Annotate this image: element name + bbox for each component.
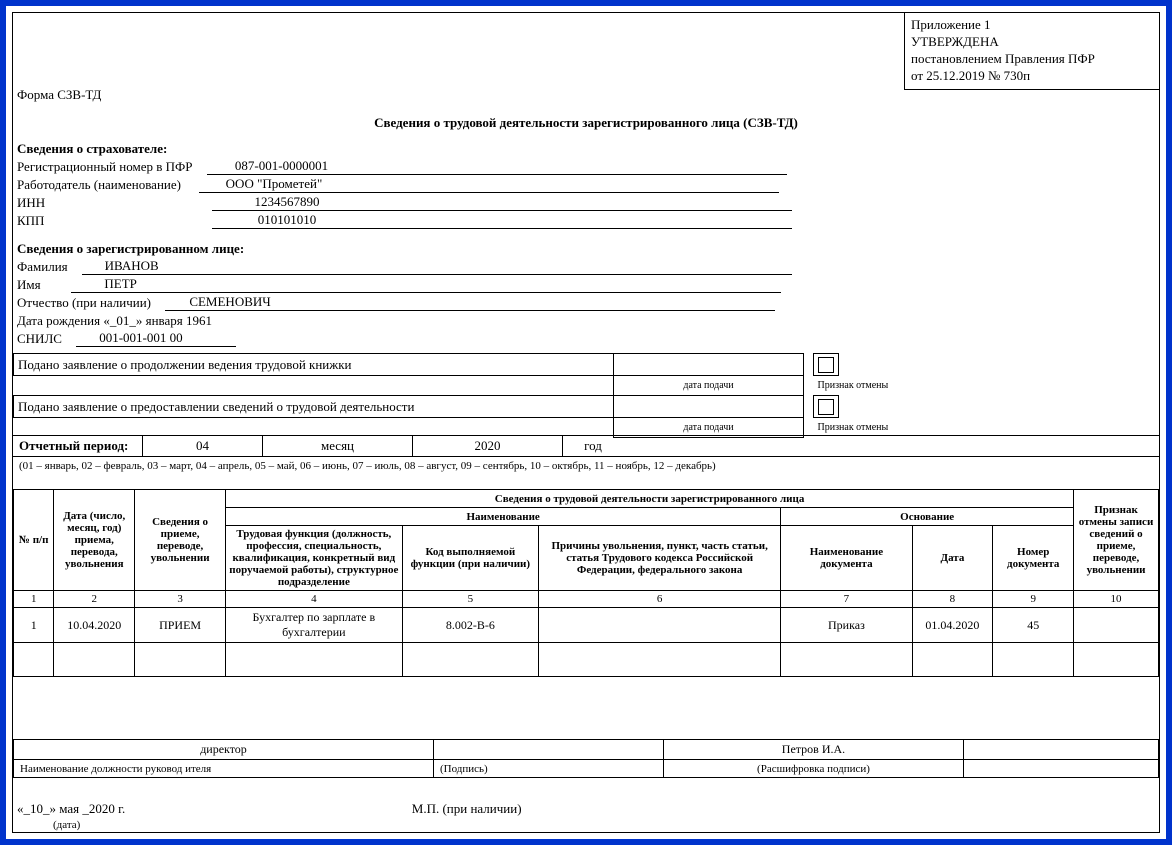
- th-docdate: Дата: [912, 526, 993, 591]
- stmt1-cancel-checkbox[interactable]: [818, 357, 834, 373]
- th-date: Дата (число, месяц, год) приема, перевод…: [54, 490, 135, 591]
- table-row: [14, 643, 1159, 677]
- th-caption: Сведения о трудовой деятельности зарегис…: [226, 490, 1074, 508]
- dob-line: Дата рождения «_01_» января 1961: [17, 313, 212, 329]
- inner-frame: Приложение 1 УТВЕРЖДЕНА постановлением П…: [12, 12, 1160, 833]
- inn-label: ИНН: [17, 195, 212, 211]
- stmt1-text: Подано заявление о продолжении ведения т…: [14, 354, 614, 376]
- th-function: Трудовая функция (должность, профессия, …: [226, 526, 403, 591]
- th-docname: Наименование документа: [781, 526, 912, 591]
- kpp-value: 010101010: [212, 212, 362, 229]
- column-number-row: 1 2 3 4 5 6 7 8 9 10: [14, 591, 1159, 608]
- approval-line: УТВЕРЖДЕНА: [911, 34, 1153, 51]
- decode-value: Петров И.А.: [664, 740, 964, 760]
- insurer-header: Сведения о страхователе:: [17, 141, 1155, 157]
- th-n: № п/п: [14, 490, 54, 591]
- document-title: Сведения о трудовой деятельности зарегис…: [13, 115, 1159, 131]
- signature-label: (Подпись): [434, 760, 664, 778]
- table-row: 1 10.04.2020 ПРИЕМ Бухгалтер по зарплате…: [14, 608, 1159, 643]
- employer-value: ООО "Прометей": [199, 176, 349, 193]
- mp-label: М.П. (при наличии): [412, 801, 522, 816]
- period-year-value: 2020: [413, 436, 563, 456]
- th-reason: Причины увольнения, пункт, часть статьи,…: [538, 526, 780, 591]
- th-docnum: Номер документа: [993, 526, 1074, 591]
- th-code: Код выполняемой функции (при наличии): [402, 526, 538, 591]
- stmt2-text: Подано заявление о предоставлении сведен…: [14, 396, 614, 418]
- sign-date-line: «_10_» мая _2020 г. М.П. (при наличии): [17, 801, 522, 817]
- period-label: Отчетный период:: [13, 436, 143, 456]
- th-cancel: Признак отмены записи сведений о приеме,…: [1074, 490, 1159, 591]
- position-label: Наименование должности руковод ителя: [14, 760, 434, 778]
- patronymic-label: Отчество (при наличии): [17, 295, 151, 311]
- th-action: Сведения о приеме, переводе, увольнении: [135, 490, 226, 591]
- snils-value: 001-001-001 00: [76, 330, 206, 347]
- approval-line: Приложение 1: [911, 17, 1153, 34]
- th-osnovanie: Основание: [781, 508, 1074, 526]
- approval-line: от 25.12.2019 № 730п: [911, 68, 1153, 85]
- firstname-label: Имя: [17, 277, 41, 293]
- insurer-section: Сведения о страхователе: Регистрационный…: [13, 141, 1159, 229]
- outer-frame: Приложение 1 УТВЕРЖДЕНА постановлением П…: [0, 0, 1172, 845]
- period-year-label: год: [563, 436, 623, 456]
- approval-block: Приложение 1 УТВЕРЖДЕНА постановлением П…: [904, 13, 1159, 90]
- months-note: (01 – январь, 02 – февраль, 03 – март, 0…: [13, 458, 1159, 474]
- lastname-value: ИВАНОВ: [82, 258, 182, 275]
- form-code: Форма СЗВ-ТД: [17, 87, 101, 103]
- decode-label: (Расшифровка подписи): [664, 760, 964, 778]
- snils-label: СНИЛС: [17, 331, 62, 347]
- person-header: Сведения о зарегистрированном лице:: [17, 241, 1155, 257]
- date-filed-label: дата подачи: [614, 376, 804, 396]
- reg-value: 087-001-0000001: [207, 158, 357, 175]
- person-section: Сведения о зарегистрированном лице: Фами…: [13, 241, 1159, 347]
- approval-line: постановлением Правления ПФР: [911, 51, 1153, 68]
- firstname-value: ПЕТР: [71, 276, 171, 293]
- report-period-row: Отчетный период: 04 месяц 2020 год: [13, 435, 1159, 457]
- reg-label: Регистрационный номер в ПФР: [17, 159, 193, 175]
- period-month-label: месяц: [263, 436, 413, 456]
- signature-block: директор Петров И.А. Наименование должно…: [13, 739, 1159, 778]
- th-naimenovanie: Наименование: [226, 508, 781, 526]
- statements-table: Подано заявление о продолжении ведения т…: [13, 353, 1159, 438]
- inn-value: 1234567890: [212, 194, 362, 211]
- activity-table: № п/п Дата (число, месяц, год) приема, п…: [13, 489, 1159, 677]
- position-value: директор: [14, 740, 434, 760]
- patronymic-value: СЕМЕНОВИЧ: [165, 294, 295, 311]
- cancel-label: Признак отмены: [814, 376, 1160, 396]
- period-month-value: 04: [143, 436, 263, 456]
- stmt2-cancel-checkbox[interactable]: [818, 399, 834, 415]
- kpp-label: КПП: [17, 213, 212, 229]
- date-caption: (дата): [53, 819, 80, 831]
- employer-label: Работодатель (наименование): [17, 177, 181, 193]
- lastname-label: Фамилия: [17, 259, 68, 275]
